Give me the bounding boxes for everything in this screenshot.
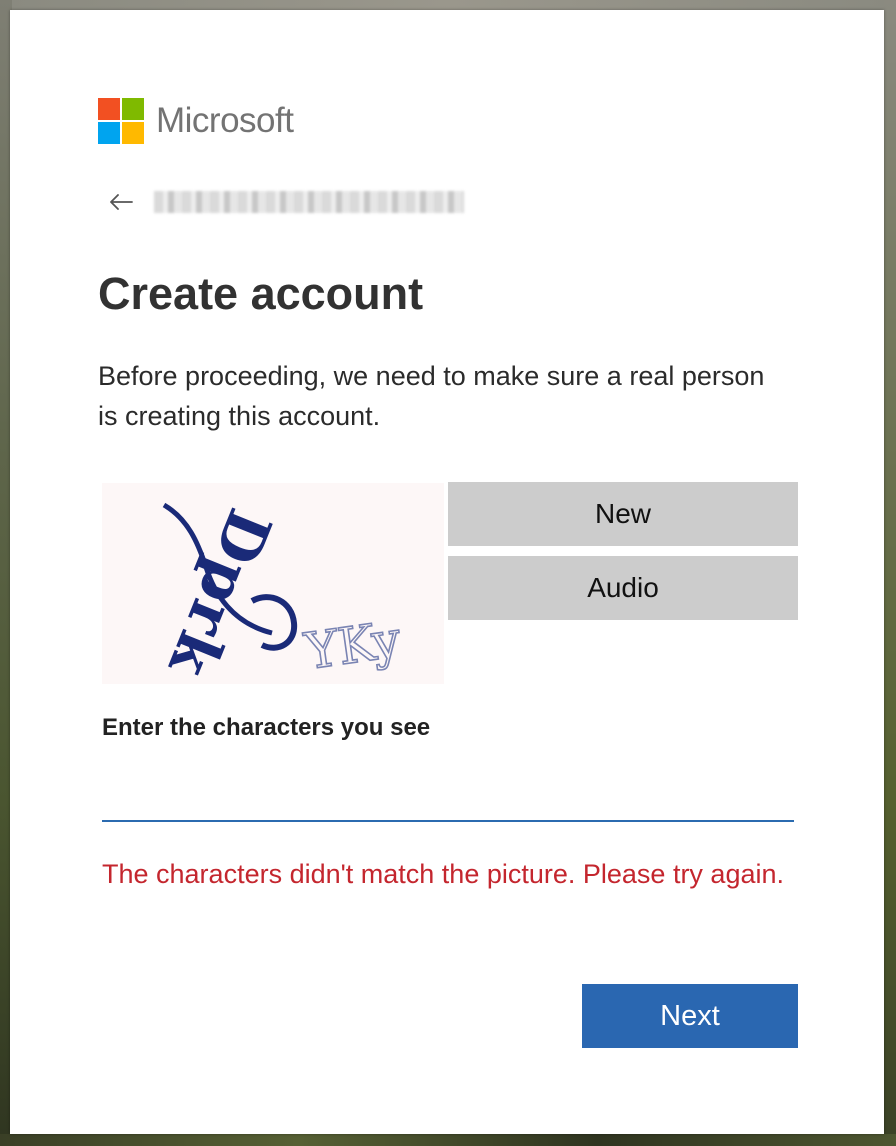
brand-header: Microsoft: [98, 98, 294, 144]
back-arrow-icon[interactable]: [108, 190, 134, 214]
new-captcha-button[interactable]: New: [448, 482, 798, 546]
background-bottom: [0, 1134, 896, 1146]
background-right: [884, 0, 896, 1146]
page-description: Before proceeding, we need to make sure …: [98, 361, 765, 431]
audio-captcha-button[interactable]: Audio: [448, 556, 798, 620]
captcha-input[interactable]: [102, 780, 794, 822]
identity-banner: [108, 190, 464, 214]
blurred-email: [154, 191, 464, 213]
brand-name: Microsoft: [156, 101, 294, 140]
background-top: [0, 0, 896, 10]
signup-card: Microsoft Create account Before proceedi…: [10, 10, 884, 1134]
microsoft-logo-icon: [98, 98, 144, 144]
error-message: The characters didn't match the picture.…: [102, 859, 785, 889]
next-button[interactable]: Next: [582, 984, 798, 1048]
page-title: Create account: [98, 268, 424, 319]
captcha-input-label: Enter the characters you see: [102, 714, 431, 741]
captcha-image: Dprk YKy: [102, 483, 444, 688]
